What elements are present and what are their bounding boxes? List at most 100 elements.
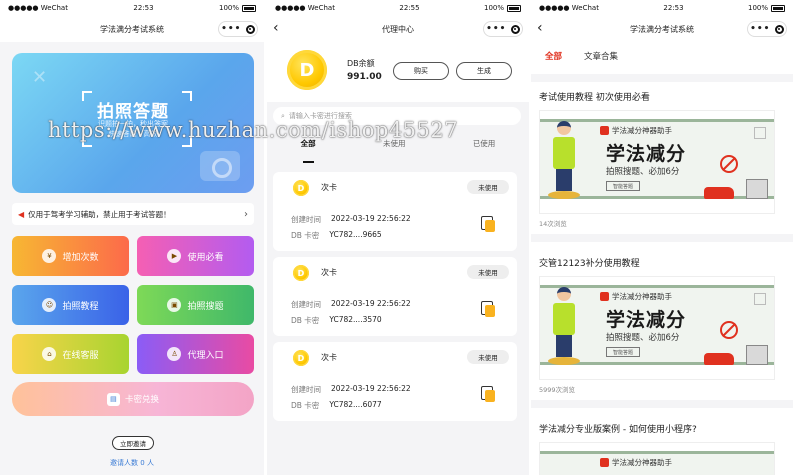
more-icon[interactable]: ••• <box>750 24 770 34</box>
banner-main-text: 学法减分 <box>606 309 687 331</box>
search-placeholder: 请输入卡密进行搜索 <box>288 112 352 120</box>
card-icon: ▤ <box>106 392 120 406</box>
tag-icon <box>600 292 609 301</box>
article-screen: ●●●●● WeChat 22:53 100% ‹ 学法满分考试系统 ••• 全… <box>531 0 793 475</box>
tab-unused[interactable]: 未使用 <box>383 133 406 157</box>
agent-center-screen: ●●●●● WeChat 22:55 100% ‹ 代理中心 ••• D DB余… <box>267 0 529 475</box>
article-title[interactable]: 交管12123补分使用教程 <box>539 256 640 269</box>
tag-icon <box>600 126 609 135</box>
tab-all[interactable]: 全部 <box>301 133 316 163</box>
tab-used[interactable]: 已使用 <box>473 133 496 157</box>
decor-square-icon <box>754 127 766 139</box>
close-target-icon[interactable] <box>510 24 520 34</box>
chevron-right-icon: › <box>244 208 248 220</box>
more-icon[interactable]: ••• <box>221 24 241 34</box>
generate-button[interactable]: 生成 <box>456 62 512 80</box>
status-badge: 未使用 <box>467 180 509 194</box>
tile-label: 拍照教程 <box>62 301 99 312</box>
tab-all[interactable]: 全部 <box>545 50 562 62</box>
article-banner[interactable]: 学法减分神器助手 学法减分 拍照搜题、必加6分 智能答题 <box>539 110 775 214</box>
copy-icon[interactable] <box>481 301 495 317</box>
search-input[interactable]: ⌕ 请输入卡密进行搜索 <box>273 107 521 125</box>
coin-icon: ¥ <box>42 249 57 263</box>
time-label: 创建时间 <box>291 385 321 394</box>
tile-agent-entry[interactable]: ♙ 代理入口 <box>137 334 254 374</box>
db-coin-icon: D <box>293 350 309 366</box>
card-title: 次卡 <box>321 353 337 362</box>
tab-collections[interactable]: 文章合集 <box>584 50 618 62</box>
battery-icon <box>507 4 521 12</box>
battery-percent: 100% <box>747 4 768 12</box>
status-time: 22:53 <box>133 4 154 12</box>
close-target-icon[interactable] <box>774 24 784 34</box>
time-value: 2022-03-19 22:56:22 <box>331 299 411 308</box>
tile-photo-search[interactable]: ▣ 拍照搜题 <box>137 285 254 325</box>
tile-online-service[interactable]: ⌂ 在线客服 <box>12 334 129 374</box>
camera-icon <box>200 151 240 181</box>
copy-icon[interactable] <box>481 216 495 232</box>
article-title[interactable]: 学法减分专业版案例 - 如何使用小程序? <box>539 422 697 435</box>
divider <box>531 74 793 82</box>
status-bar: ●●●●● WeChat 22:53 100% <box>531 0 793 16</box>
photo-answer-banner[interactable]: ✕ 拍照答题 识题拍一拍，秒出答案 快速答题 · 高效 <box>12 53 254 193</box>
article-banner[interactable]: 学法减分神器助手 <box>539 442 775 475</box>
tile-add-count[interactable]: ¥ 增加次数 <box>12 236 129 276</box>
divider <box>531 234 793 242</box>
page-title: 学法满分考试系统 <box>100 24 164 34</box>
banner-sub-text: 拍照搜题、必加6分 <box>606 333 680 343</box>
status-badge: 未使用 <box>467 265 509 279</box>
code-value: YC782....3570 <box>329 315 382 324</box>
banner-top-line: 学法减分神器助手 <box>600 457 672 468</box>
card-item[interactable]: D 次卡 未使用 创建时间 2022-03-19 22:56:22 DB 卡密 YC… <box>273 172 517 251</box>
hero-subtitle: 识题拍一拍，秒出答案 快速答题 · 高效 <box>12 119 254 139</box>
copy-icon[interactable] <box>481 386 495 402</box>
card-code-row: DB 卡密 YC782....6077 <box>291 400 382 411</box>
card-redeem-label: 卡密兑换 <box>124 395 159 405</box>
card-item[interactable]: D 次卡 未使用 创建时间 2022-03-19 22:56:22 DB 卡密 YC… <box>273 257 517 336</box>
people-icon: ☺ <box>42 298 57 312</box>
decor-x-icon: ✕ <box>32 67 48 88</box>
speaker-icon: ◀ <box>18 209 25 219</box>
created-time-row: 创建时间 2022-03-19 22:56:22 <box>291 214 411 225</box>
mini-program-capsule[interactable]: ••• <box>218 21 258 37</box>
code-label: DB 卡密 <box>291 231 320 240</box>
banner-top-text: 学法减分神器助手 <box>612 458 672 467</box>
balance-label: DB余额 <box>347 59 375 68</box>
card-item[interactable]: D 次卡 未使用 创建时间 2022-03-19 22:56:22 DB 卡密 YC… <box>273 342 517 421</box>
code-label: DB 卡密 <box>291 401 320 410</box>
battery-percent: 100% <box>483 4 504 12</box>
card-code-row: DB 卡密 YC782....9665 <box>291 230 382 241</box>
view-count: 14次浏览 <box>539 220 567 228</box>
search-icon: ⌕ <box>281 111 285 120</box>
buy-button[interactable]: 购买 <box>393 62 449 80</box>
image-icon: ▣ <box>167 298 182 312</box>
close-target-icon[interactable] <box>245 24 255 34</box>
no-entry-sign-icon <box>720 155 738 173</box>
article-banner[interactable]: 学法减分神器助手 学法减分 拍照搜题、必加6分 智能答题 <box>539 276 775 380</box>
tile-label: 增加次数 <box>62 252 99 263</box>
more-icon[interactable]: ••• <box>486 24 506 34</box>
mini-program-capsule[interactable]: ••• <box>747 21 787 37</box>
mini-program-capsule[interactable]: ••• <box>483 21 523 37</box>
tile-photo-tutorial[interactable]: ☺ 拍照教程 <box>12 285 129 325</box>
tile-must-read[interactable]: ▶ 使用必看 <box>137 236 254 276</box>
article-title[interactable]: 考试使用教程 初次使用必看 <box>539 90 650 103</box>
card-redeem-button[interactable]: ▤ 卡密兑换 <box>12 382 254 416</box>
car-icon <box>704 187 734 199</box>
back-icon[interactable]: ‹ <box>537 20 543 36</box>
back-icon[interactable]: ‹ <box>273 20 279 36</box>
carrier-label: ●●●●● WeChat <box>275 4 335 12</box>
code-value: YC782....6077 <box>329 400 382 409</box>
tile-label: 拍照搜题 <box>187 301 224 312</box>
invite-button[interactable]: 立即邀请 <box>112 436 154 450</box>
article-tabs: 全部 文章合集 <box>531 42 793 70</box>
divider <box>531 400 793 408</box>
nav-bar: 学法满分考试系统 ••• <box>0 16 264 42</box>
time-value: 2022-03-19 22:56:22 <box>331 384 411 393</box>
page-title: 学法满分考试系统 <box>630 24 694 34</box>
tile-label: 使用必看 <box>187 252 224 263</box>
notice-bar[interactable]: ◀ 仅用于驾考学习辅助，禁止用于考试答题！ › <box>12 203 254 225</box>
home-screen: ●●●●● WeChat 22:53 100% 学法满分考试系统 ••• ✕ 拍… <box>0 0 264 475</box>
time-label: 创建时间 <box>291 300 321 309</box>
battery-icon <box>242 4 256 12</box>
